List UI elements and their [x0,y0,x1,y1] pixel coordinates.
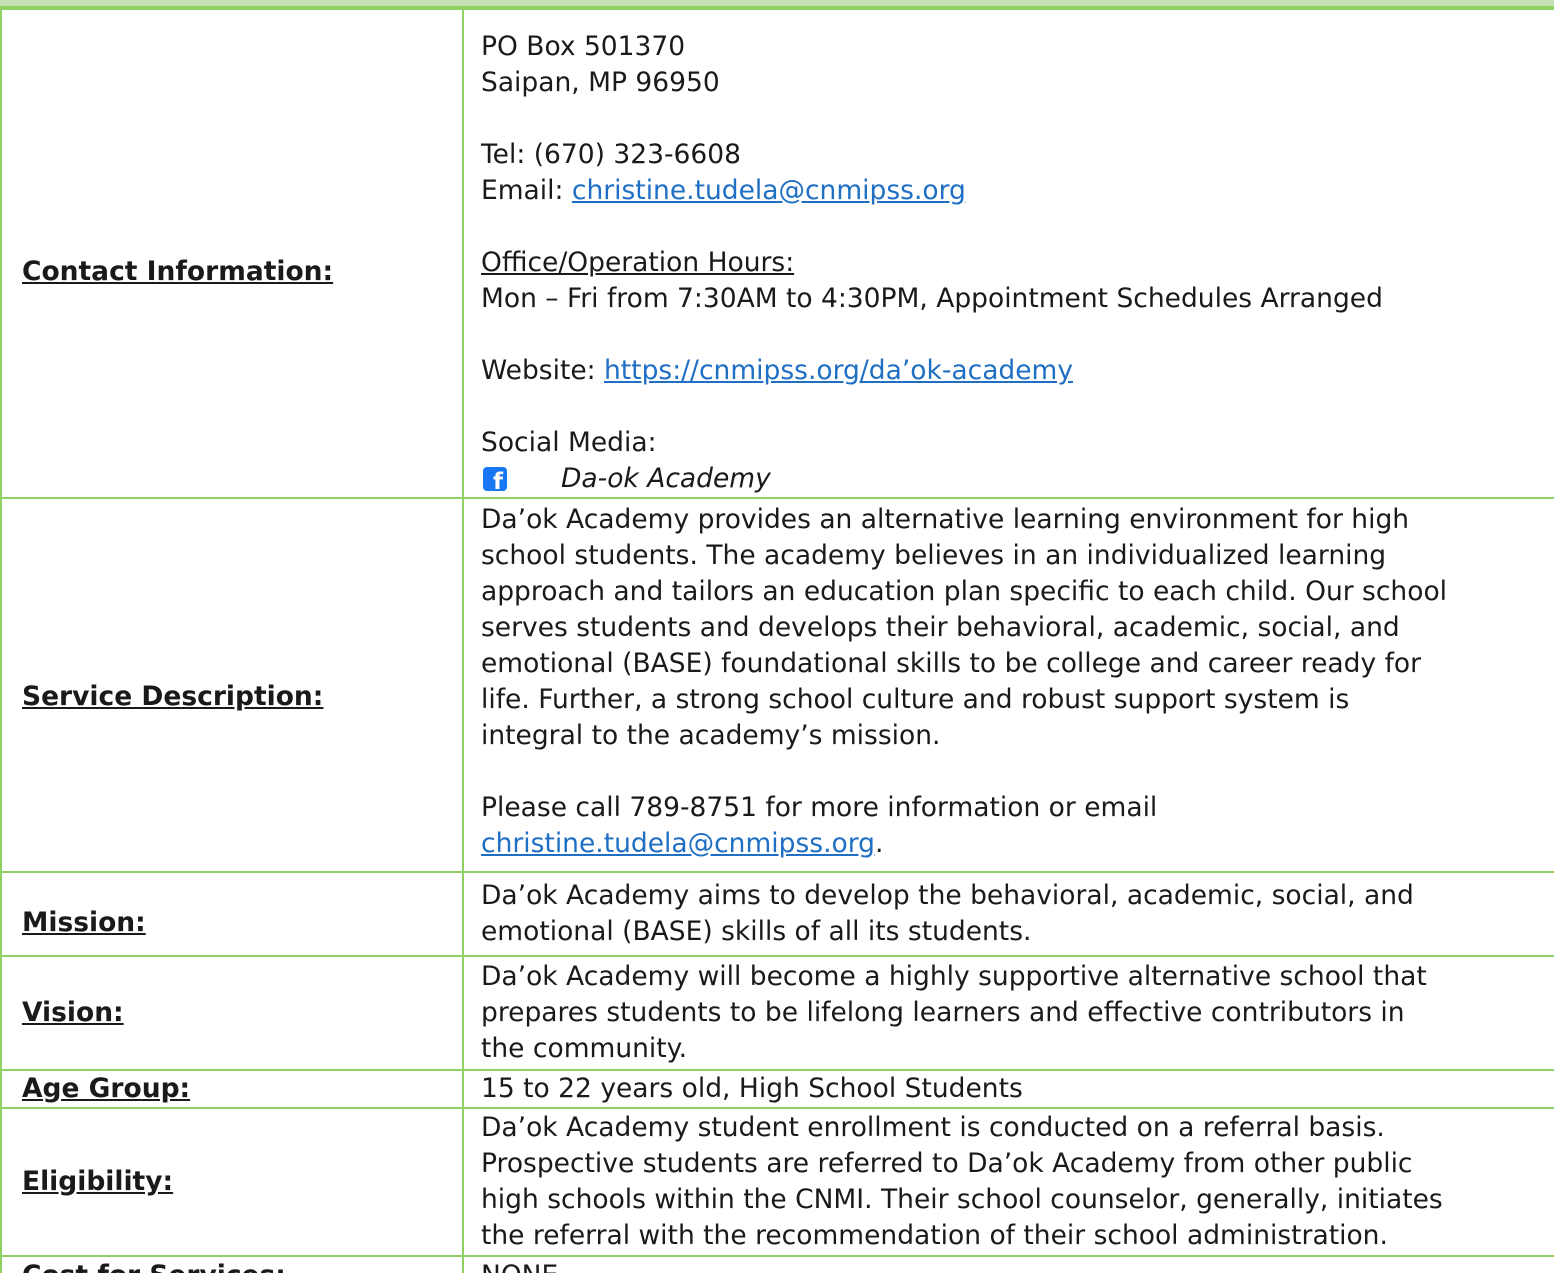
eligibility-label: Eligibility: [0,1107,464,1257]
facebook-row[interactable]: f Da-ok Academy [481,461,1552,497]
service-line: integral to the academy’s mission. [481,720,941,751]
row-contact-information: Contact Information: PO Box 501370 Saipa… [0,8,1554,499]
hours-value: Mon – Fri from 7:30AM to 4:30PM, Appoint… [481,283,1383,314]
contact-information-value: PO Box 501370 Saipan, MP 96950 Tel: (670… [462,8,1554,499]
service-line: school students. The academy believes in… [481,540,1387,571]
service-line: emotional (BASE) foundational skills to … [481,648,1422,679]
row-cost-for-services: Cost for Services: NONE [0,1255,1554,1273]
eligibility-value: Da’ok Academy student enrollment is cond… [462,1107,1554,1257]
facebook-page-name[interactable]: Da-ok Academy [561,461,771,497]
row-service-description: Service Description: Da’ok Academy provi… [0,497,1554,873]
mission-line: emotional (BASE) skills of all its stude… [481,916,1032,947]
eligibility-line: the referral with the recommendation of … [481,1220,1388,1251]
eligibility-line: high schools within the CNMI. Their scho… [481,1184,1443,1215]
header-band [0,0,1554,8]
vision-line: prepares students to be lifelong learner… [481,997,1405,1028]
mission-value: Da’ok Academy aims to develop the behavi… [462,871,1554,957]
service-email-line: christine.tudela@cnmipss.org. [481,826,1552,862]
row-eligibility: Eligibility: Da’ok Academy student enrol… [0,1107,1554,1257]
eligibility-line: Prospective students are referred to Da’… [481,1148,1413,1179]
telephone: Tel: (670) 323-6608 [481,139,741,170]
row-mission: Mission: Da’ok Academy aims to develop t… [0,871,1554,957]
email-prefix: Email: [481,175,572,206]
hours-label: Office/Operation Hours: [481,247,795,278]
row-vision: Vision: Da’ok Academy will become a high… [0,955,1554,1071]
cost-for-services-label: Cost for Services: [0,1255,464,1273]
website-line: Website: https://cnmipss.org/da’ok-acade… [481,353,1552,389]
agency-info-table: Contact Information: PO Box 501370 Saipa… [0,8,1554,1273]
email-line: Email: christine.tudela@cnmipss.org [481,173,1552,209]
age-group-label: Age Group: [0,1069,464,1109]
service-email-link[interactable]: christine.tudela@cnmipss.org [481,828,875,859]
age-group-value: 15 to 22 years old, High School Students [462,1069,1554,1109]
vision-line: Da’ok Academy will become a highly suppo… [481,961,1427,992]
cost-for-services-value: NONE [462,1255,1554,1273]
service-line: serves students and develops their behav… [481,612,1400,643]
facebook-icon[interactable]: f [483,467,507,494]
service-call-text: Please call 789-8751 for more informatio… [481,792,1158,823]
vision-value: Da’ok Academy will become a highly suppo… [462,955,1554,1071]
city-state-zip: Saipan, MP 96950 [481,67,720,98]
service-line: life. Further, a strong school culture a… [481,684,1350,715]
po-box: PO Box 501370 [481,31,686,62]
vision-line: the community. [481,1033,687,1064]
website-prefix: Website: [481,355,604,386]
vision-label: Vision: [0,955,464,1071]
email-link[interactable]: christine.tudela@cnmipss.org [572,175,966,206]
social-media-label: Social Media: [481,427,657,458]
service-description-value: Da’ok Academy provides an alternative le… [462,497,1554,873]
service-email-suffix: . [874,828,884,859]
service-description-label: Service Description: [0,497,464,873]
mission-label: Mission: [0,871,464,957]
website-link[interactable]: https://cnmipss.org/da’ok-academy [604,355,1073,386]
service-line: Da’ok Academy provides an alternative le… [481,504,1410,535]
eligibility-line: Da’ok Academy student enrollment is cond… [481,1112,1385,1143]
mission-line: Da’ok Academy aims to develop the behavi… [481,880,1414,911]
row-age-group: Age Group: 15 to 22 years old, High Scho… [0,1069,1554,1109]
contact-information-label: Contact Information: [0,8,464,499]
service-line: approach and tailors an education plan s… [481,576,1448,607]
